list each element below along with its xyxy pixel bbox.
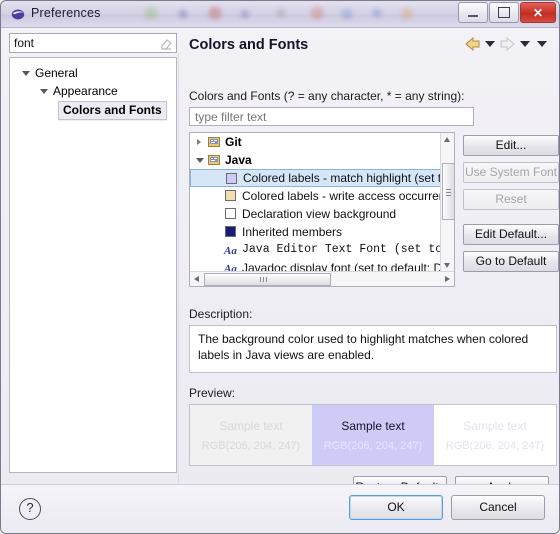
preview-area: Sample text RGB(206, 204, 247) Sample te… <box>189 404 557 466</box>
close-button[interactable]: ✕ <box>520 2 556 23</box>
panel-divider <box>178 53 179 485</box>
help-icon[interactable]: ? <box>19 498 41 520</box>
chevron-down-icon[interactable] <box>22 71 30 79</box>
dialog-body: General Appearance Colors and Fonts Colo… <box>1 27 559 533</box>
dialog-footer: ? OK Cancel <box>1 484 559 533</box>
use-system-font-button: Use System Font <box>463 162 559 183</box>
right-panel: Colors and Fonts Colors and Fonts (? = a… <box>181 27 559 533</box>
cancel-button[interactable]: Cancel <box>451 495 545 520</box>
sidebar-item-colors-and-fonts[interactable]: Colors and Fonts <box>10 100 176 121</box>
colors-and-fonts-tree[interactable]: Git Java Colored labels - match highligh… <box>189 132 455 287</box>
preference-filter-box[interactable] <box>9 33 177 53</box>
tree-node-git[interactable]: Git <box>190 133 441 151</box>
preview-rgb-value: RGB(206, 204, 247) <box>445 439 545 452</box>
colors-and-fonts-filter-label: Colors and Fonts (? = any character, * =… <box>189 89 465 103</box>
title-bar: Preferences ✕ <box>1 1 559 28</box>
tree-node-label: Git <box>225 135 242 149</box>
eraser-icon[interactable] <box>160 37 173 50</box>
chevron-right-icon[interactable] <box>197 139 201 145</box>
scroll-down-arrow-icon[interactable] <box>444 263 450 268</box>
vertical-scrollbar-thumb[interactable] <box>442 163 454 220</box>
tree-node-label: Colored labels - match highlight (set to… <box>243 171 441 185</box>
chevron-down-icon[interactable] <box>40 89 48 97</box>
tree-node-label: Colored labels - write access occurrence… <box>242 189 441 203</box>
forward-arrow-icon <box>500 37 515 51</box>
sidebar-item-appearance[interactable]: Appearance <box>10 82 176 100</box>
colors-and-fonts-filter-box[interactable] <box>189 107 474 126</box>
preference-filter-input[interactable] <box>10 34 158 52</box>
window-title: Preferences <box>31 6 101 20</box>
tree-node-colored-labels-match-highlight[interactable]: Colored labels - match highlight (set to… <box>190 169 441 187</box>
scroll-up-arrow-icon[interactable] <box>444 137 450 142</box>
title-bar-background-blur <box>141 3 441 25</box>
font-aa-icon: Aa <box>224 245 237 257</box>
preview-rgb-value: RGB(206, 204, 247) <box>323 439 423 452</box>
maximize-button[interactable] <box>489 2 519 23</box>
sidebar-item-general[interactable]: General <box>10 64 176 82</box>
sidebar-item-label: Colors and Fonts <box>58 101 167 120</box>
edit-default-button[interactable]: Edit Default... <box>463 224 559 245</box>
color-swatch[interactable] <box>225 190 236 201</box>
description-label: Description: <box>189 307 253 321</box>
tree-horizontal-scrollbar[interactable] <box>190 271 454 286</box>
tree-node-label: Java Editor Text Font (set to defa <box>242 243 441 256</box>
edit-button[interactable]: Edit... <box>463 135 559 156</box>
preferences-dialog: Preferences ✕ General <box>0 0 560 534</box>
color-swatch[interactable] <box>225 226 236 237</box>
page-title: Colors and Fonts <box>189 37 309 53</box>
forward-history-chevron-down-icon[interactable] <box>520 41 530 47</box>
back-arrow-icon[interactable] <box>465 37 480 51</box>
scroll-left-arrow-icon[interactable] <box>194 276 199 282</box>
minimize-button[interactable] <box>458 2 488 23</box>
scrollbar-grip-icon <box>260 277 261 282</box>
tree-node-label: Declaration view background <box>242 207 397 221</box>
tree-node-colored-labels-write-access[interactable]: Colored labels - write access occurrence… <box>190 187 441 205</box>
preview-sample-text: Sample text <box>341 418 405 433</box>
colors-and-fonts-filter-input[interactable] <box>190 108 473 125</box>
dialog-buttons: OK Cancel <box>349 495 545 520</box>
folder-category-icon <box>208 137 220 147</box>
preference-tree[interactable]: General Appearance Colors and Fonts <box>9 57 177 473</box>
preview-rgb-value: RGB(206, 204, 247) <box>201 439 301 452</box>
folder-category-icon <box>208 155 220 165</box>
horizontal-scrollbar-thumb[interactable] <box>204 273 331 286</box>
preview-cell-right: Sample text RGB(206, 204, 247) <box>434 405 556 465</box>
preview-sample-text: Sample text <box>463 418 527 433</box>
view-menu-chevron-down-icon[interactable] <box>537 41 547 47</box>
sidebar-item-label: Appearance <box>53 84 118 98</box>
tree-action-buttons: Edit... Use System Font Reset Edit Defau… <box>463 135 559 278</box>
scrollbar-grip-icon <box>446 189 451 190</box>
window-controls: ✕ <box>458 2 556 23</box>
page-nav-toolbar <box>465 37 549 51</box>
description-text: The background color used to highlight m… <box>189 325 557 373</box>
eclipse-globe-icon <box>11 9 25 20</box>
tree-node-declaration-view-background[interactable]: Declaration view background <box>190 205 441 223</box>
preview-cell-left: Sample text RGB(206, 204, 247) <box>190 405 312 465</box>
tree-node-java[interactable]: Java <box>190 151 441 169</box>
preview-label: Preview: <box>189 386 236 400</box>
color-swatch[interactable] <box>225 208 236 219</box>
go-to-default-button[interactable]: Go to Default <box>463 251 559 272</box>
tree-node-label: Java <box>225 153 252 167</box>
reset-button: Reset <box>463 189 559 210</box>
preview-sample-text: Sample text <box>219 418 283 433</box>
sidebar-item-label: General <box>35 66 78 80</box>
preview-cell-highlighted: Sample text RGB(206, 204, 247) <box>312 405 434 465</box>
tree-node-label: Inherited members <box>242 225 343 239</box>
tree-vertical-scrollbar[interactable] <box>440 133 454 272</box>
back-history-chevron-down-icon[interactable] <box>485 41 495 47</box>
left-panel: General Appearance Colors and Fonts <box>9 33 177 473</box>
tree-node-java-editor-text-font[interactable]: Aa Java Editor Text Font (set to defa <box>190 241 441 259</box>
color-swatch[interactable] <box>226 173 237 184</box>
scroll-right-arrow-icon[interactable] <box>445 276 450 282</box>
tree-node-inherited-members[interactable]: Inherited members <box>190 223 441 241</box>
chevron-down-icon[interactable] <box>196 158 204 166</box>
ok-button[interactable]: OK <box>349 495 443 520</box>
tree-items: Git Java Colored labels - match highligh… <box>190 133 441 272</box>
